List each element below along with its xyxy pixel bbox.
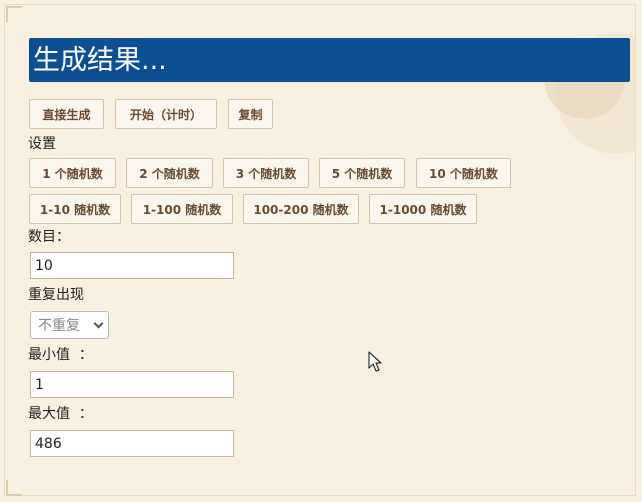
preset-3-button[interactable]: 3 个随机数 — [223, 158, 309, 188]
result-banner: 生成结果... — [29, 38, 630, 82]
preset-1-button[interactable]: 1 个随机数 — [29, 158, 116, 188]
range-100-200-button[interactable]: 100-200 随机数 — [243, 194, 359, 224]
min-input[interactable]: 1 — [30, 371, 234, 398]
max-input[interactable]: 486 — [30, 430, 234, 457]
range-1-1000-button[interactable]: 1-1000 随机数 — [369, 194, 477, 224]
settings-heading: 设置 — [28, 136, 56, 152]
corner-ornament-bottom-left — [6, 480, 22, 496]
result-title: 生成结果... — [33, 44, 167, 76]
mouse-pointer-icon — [368, 351, 382, 372]
count-value: 10 — [35, 257, 53, 274]
preset-5-button[interactable]: 5 个随机数 — [319, 158, 405, 188]
range-1-10-button[interactable]: 1-10 随机数 — [29, 194, 121, 224]
preset-10-button[interactable]: 10 个随机数 — [416, 158, 511, 188]
copy-button[interactable]: 复制 — [228, 99, 273, 129]
start-timed-button[interactable]: 开始（计时） — [115, 99, 217, 129]
range-1-100-button[interactable]: 1-100 随机数 — [131, 194, 233, 224]
repeat-label: 重复出现 — [28, 287, 84, 303]
chevron-down-icon — [93, 318, 104, 329]
max-value: 486 — [35, 435, 62, 452]
max-label: 最大值 ： — [28, 406, 93, 422]
min-value: 1 — [35, 376, 44, 393]
generate-button[interactable]: 直接生成 — [29, 99, 104, 129]
preset-2-button[interactable]: 2 个随机数 — [126, 158, 213, 188]
repeat-selected-value: 不重复 — [38, 318, 80, 334]
count-input[interactable]: 10 — [30, 252, 234, 279]
repeat-select[interactable]: 不重复 — [30, 311, 109, 339]
corner-ornament-top-left — [6, 6, 22, 22]
min-label: 最小值 ： — [28, 347, 93, 363]
count-label: 数目： — [28, 229, 70, 245]
